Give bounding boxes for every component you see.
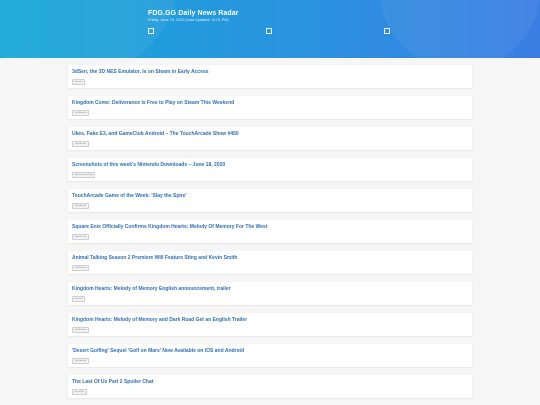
checkbox-icon[interactable]	[148, 28, 154, 34]
news-title-link[interactable]: Kingdom Hearts: Melody of Memory English…	[72, 286, 231, 292]
news-title-link[interactable]: Screenshots of this week's Nintendo Down…	[72, 162, 225, 168]
news-title-link[interactable]: Kingdom Come: Deliverance is Free to Pla…	[72, 100, 234, 106]
source-tag[interactable]: TouchArcade	[72, 358, 89, 364]
news-title-link[interactable]: 'Desert Golfing' Sequel 'Golf on Mars' N…	[72, 348, 244, 354]
news-card[interactable]: 'Desert Golfing' Sequel 'Golf on Mars' N…	[68, 344, 472, 367]
source-tag[interactable]: Nintendo Everything	[72, 172, 96, 178]
source-tag[interactable]: Gematsu	[72, 79, 86, 85]
source-tag[interactable]: Gematsu	[72, 296, 86, 302]
news-title-link[interactable]: Kingdom Hearts: Melody of Memory and Dar…	[72, 317, 247, 323]
news-card[interactable]: Ukes, Fake E3, and GameClub Android – Th…	[68, 127, 472, 150]
header-banner: FDG.GG Daily News Radar Friday, June 19,…	[0, 0, 540, 58]
news-card[interactable]: Kingdom Hearts: Melody of Memory and Dar…	[68, 313, 472, 336]
source-tag[interactable]: Nintendo Life	[72, 234, 89, 240]
source-tag[interactable]: DualShockers	[72, 110, 90, 116]
news-card[interactable]: Kingdom Hearts: Melody of Memory English…	[68, 282, 472, 305]
news-card[interactable]: 3dSen, the 3D NES Emulator, Is on Steam …	[68, 65, 472, 88]
news-title-link[interactable]: The Last Of Us Part 2 Spoiler Chat	[72, 379, 153, 385]
news-card[interactable]: Kingdom Come: Deliverance is Free to Pla…	[68, 96, 472, 119]
source-tag[interactable]: TouchArcade	[72, 203, 89, 209]
site-title[interactable]: FDG.GG Daily News Radar	[148, 10, 239, 17]
news-title-link[interactable]: Animal Talking Season 2 Premiere Will Fe…	[72, 255, 237, 261]
news-title-link[interactable]: Ukes, Fake E3, and GameClub Android – Th…	[72, 131, 239, 137]
source-tag[interactable]: DualShockers	[72, 327, 90, 333]
news-card[interactable]: Square Enix Officially Confirms Kingdom …	[68, 220, 472, 243]
checkbox-icon[interactable]	[384, 28, 390, 34]
source-tag[interactable]: DualShockers	[72, 265, 90, 271]
news-card[interactable]: The Last Of Us Part 2 Spoiler Chat GameS…	[68, 375, 472, 398]
source-tag[interactable]: GameSpot	[72, 389, 87, 395]
news-title-link[interactable]: 3dSen, the 3D NES Emulator, Is on Steam …	[72, 69, 209, 75]
news-title-link[interactable]: Square Enix Officially Confirms Kingdom …	[72, 224, 268, 230]
last-updated-text: Friday, June 19, 2020 (Last Updated: 11:…	[148, 18, 229, 22]
source-tag[interactable]: TouchArcade	[72, 141, 89, 147]
news-card[interactable]: Screenshots of this week's Nintendo Down…	[68, 158, 472, 181]
checkbox-icon[interactable]	[266, 28, 272, 34]
news-card[interactable]: TouchArcade Game of the Week: 'Slay the …	[68, 189, 472, 212]
news-title-link[interactable]: TouchArcade Game of the Week: 'Slay the …	[72, 193, 187, 199]
news-card[interactable]: Animal Talking Season 2 Premiere Will Fe…	[68, 251, 472, 274]
